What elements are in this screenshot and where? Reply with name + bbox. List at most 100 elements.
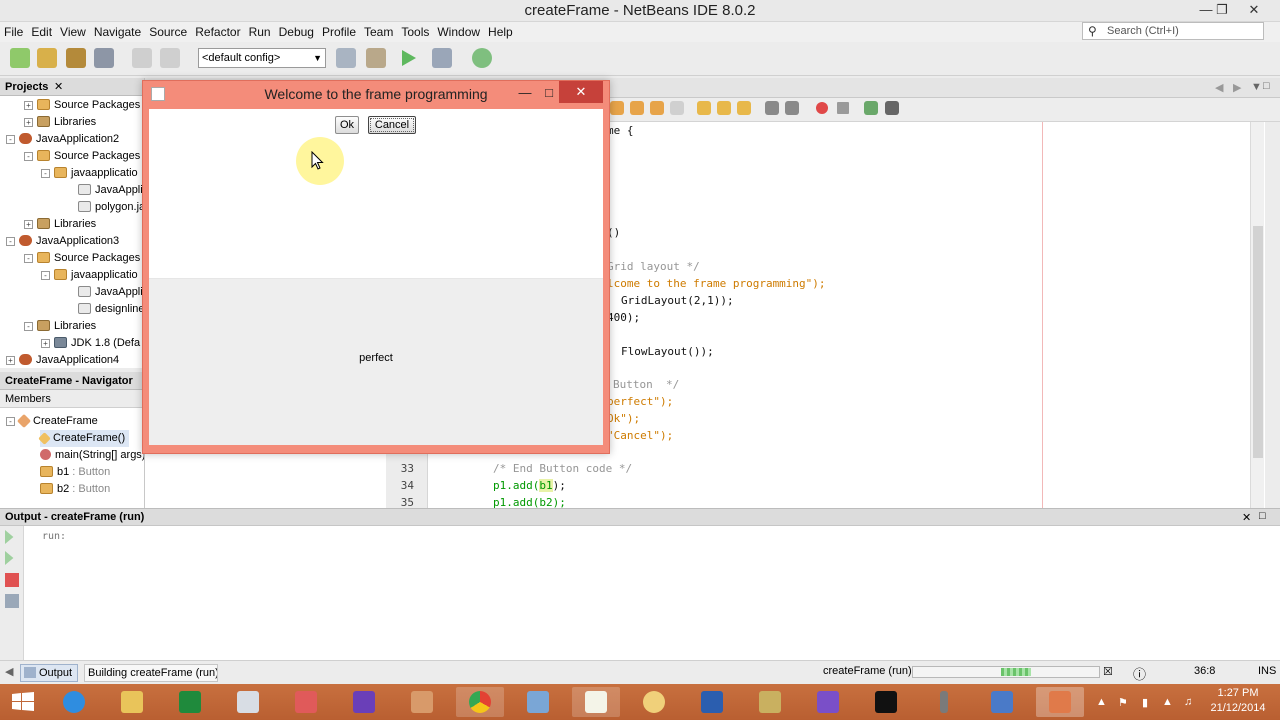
menu-run[interactable]: Run <box>245 22 275 42</box>
menu-help[interactable]: Help <box>484 22 517 42</box>
toggle-highlight-icon[interactable] <box>650 101 664 115</box>
taskbar-paint[interactable] <box>630 687 678 717</box>
collapse-icon[interactable]: - <box>24 254 33 263</box>
taskbar-cmd[interactable] <box>862 687 910 717</box>
collapse-icon[interactable]: - <box>24 322 33 331</box>
run-icon[interactable] <box>402 50 416 66</box>
taskbar-ie[interactable] <box>50 687 98 717</box>
prev-bookmark-icon[interactable] <box>697 101 711 115</box>
comment-icon[interactable] <box>864 101 878 115</box>
expand-icon[interactable]: + <box>24 118 33 127</box>
menu-navigate[interactable]: Navigate <box>90 22 145 42</box>
taskbar-visual-studio[interactable] <box>340 687 388 717</box>
taskbar-chrome[interactable] <box>456 687 504 717</box>
new-file-icon[interactable] <box>10 48 30 68</box>
build-task-tab[interactable]: Building createFrame (run)... <box>84 664 218 682</box>
maximize-icon[interactable]: □ <box>539 83 559 103</box>
stop-icon[interactable] <box>5 573 19 587</box>
shift-left-icon[interactable] <box>765 101 779 115</box>
navigator-item[interactable]: main(String[] args) <box>40 447 144 464</box>
close-icon[interactable]: ✕ <box>559 81 603 103</box>
tree-row[interactable]: - Source Packages <box>24 148 140 165</box>
find-next-icon[interactable] <box>630 101 644 115</box>
profile-icon[interactable] <box>472 48 492 68</box>
close-icon[interactable]: ✕ <box>54 78 63 96</box>
collapse-icon[interactable]: - <box>41 169 50 178</box>
open-project-icon[interactable] <box>66 48 86 68</box>
debug-icon[interactable] <box>432 48 452 68</box>
expand-icon[interactable]: + <box>41 339 50 348</box>
taskbar-java[interactable] <box>1036 687 1084 717</box>
cancel-task-icon[interactable]: ☒ <box>1103 665 1113 678</box>
taskbar-calculator[interactable] <box>224 687 272 717</box>
expand-icon[interactable]: + <box>24 220 33 229</box>
taskbar-tool[interactable] <box>746 687 794 717</box>
minimize-icon[interactable]: — <box>515 83 535 103</box>
navigator-item[interactable]: - CreateFrame <box>6 413 98 430</box>
tree-row[interactable]: + Libraries <box>24 114 96 131</box>
menu-window[interactable]: Window <box>433 22 484 42</box>
menu-view[interactable]: View <box>56 22 90 42</box>
record-macro-icon[interactable] <box>816 102 828 114</box>
close-icon[interactable]: ✕ <box>1242 511 1251 524</box>
navigator-item[interactable]: b1 : Button <box>40 464 110 481</box>
output-window-tab[interactable]: Output <box>20 664 78 682</box>
tree-row[interactable]: polygon.ja <box>78 199 145 216</box>
restore-icon[interactable]: ❐ <box>1208 0 1236 20</box>
search-input[interactable]: ⚲ Search (Ctrl+I) <box>1082 22 1264 40</box>
tree-row[interactable]: JavaApplic <box>78 182 148 199</box>
tray-expand-icon[interactable]: ▲ <box>1096 696 1107 708</box>
notifications-icon[interactable]: ⓘ <box>1133 664 1146 683</box>
menu-edit[interactable]: Edit <box>27 22 56 42</box>
rerun-different-icon[interactable] <box>5 551 14 565</box>
undo-icon[interactable] <box>132 48 152 68</box>
collapse-icon[interactable]: - <box>6 135 15 144</box>
settings-icon[interactable] <box>5 594 19 608</box>
tree-row[interactable]: + Source Packages <box>24 97 140 114</box>
taskbar-mic[interactable] <box>920 687 968 717</box>
chevron-left-icon[interactable]: ◀ <box>1215 81 1223 94</box>
chevron-right-icon[interactable]: ▶ <box>1233 81 1241 94</box>
scrollbar-thumb[interactable] <box>1253 226 1263 458</box>
taskbar-snipping[interactable] <box>282 687 330 717</box>
taskbar-excel[interactable] <box>166 687 214 717</box>
expand-icon[interactable]: + <box>24 101 33 110</box>
build-hammer-icon[interactable] <box>336 48 356 68</box>
taskbar-network[interactable] <box>514 687 562 717</box>
menu-team[interactable]: Team <box>360 22 397 42</box>
cancel-button[interactable]: Cancel <box>368 116 416 134</box>
chevron-down-icon[interactable]: ▼ <box>1251 81 1262 93</box>
output-panel-header[interactable]: Output - createFrame (run) ✕ □ <box>0 508 1280 526</box>
save-all-icon[interactable] <box>94 48 114 68</box>
taskbar-virtualbox[interactable] <box>978 687 1026 717</box>
new-project-icon[interactable] <box>37 48 57 68</box>
tree-row[interactable]: designline <box>78 301 145 318</box>
tree-row[interactable]: + Libraries <box>24 216 96 233</box>
tree-row[interactable]: - Source Packages <box>24 250 140 267</box>
menu-refactor[interactable]: Refactor <box>191 22 244 42</box>
battery-icon[interactable]: ▮ <box>1142 696 1148 709</box>
taskbar-word[interactable] <box>688 687 736 717</box>
uncomment-icon[interactable] <box>885 101 899 115</box>
toggle-rect-select-icon[interactable] <box>670 101 684 115</box>
navigator-item[interactable]: b2 : Button <box>40 481 110 498</box>
tree-row[interactable]: - javaapplicatio <box>41 165 138 182</box>
menu-profile[interactable]: Profile <box>318 22 360 42</box>
tree-row[interactable]: - JavaApplication3 <box>6 233 119 250</box>
frame-title-bar[interactable]: Welcome to the frame programming — □ ✕ <box>143 81 609 107</box>
toggle-bookmark-icon[interactable] <box>737 101 751 115</box>
navigator-item[interactable]: CreateFrame() <box>38 430 130 447</box>
tray-flag-icon[interactable]: ⚑ <box>1118 696 1128 709</box>
stop-macro-icon[interactable] <box>837 102 849 114</box>
collapse-icon[interactable]: - <box>6 417 15 426</box>
projects-tab[interactable]: Projects ✕ <box>0 78 144 96</box>
clean-build-icon[interactable] <box>366 48 386 68</box>
collapse-icon[interactable]: - <box>6 237 15 246</box>
tree-row[interactable]: + JDK 1.8 (Defa <box>41 335 140 352</box>
ok-button[interactable]: Ok <box>335 116 359 134</box>
menu-tools[interactable]: Tools <box>397 22 433 42</box>
menu-debug[interactable]: Debug <box>275 22 318 42</box>
find-prev-icon[interactable] <box>610 101 624 115</box>
tree-row[interactable]: + JavaApplication4 <box>6 352 119 369</box>
tree-row[interactable]: - Libraries <box>24 318 96 335</box>
